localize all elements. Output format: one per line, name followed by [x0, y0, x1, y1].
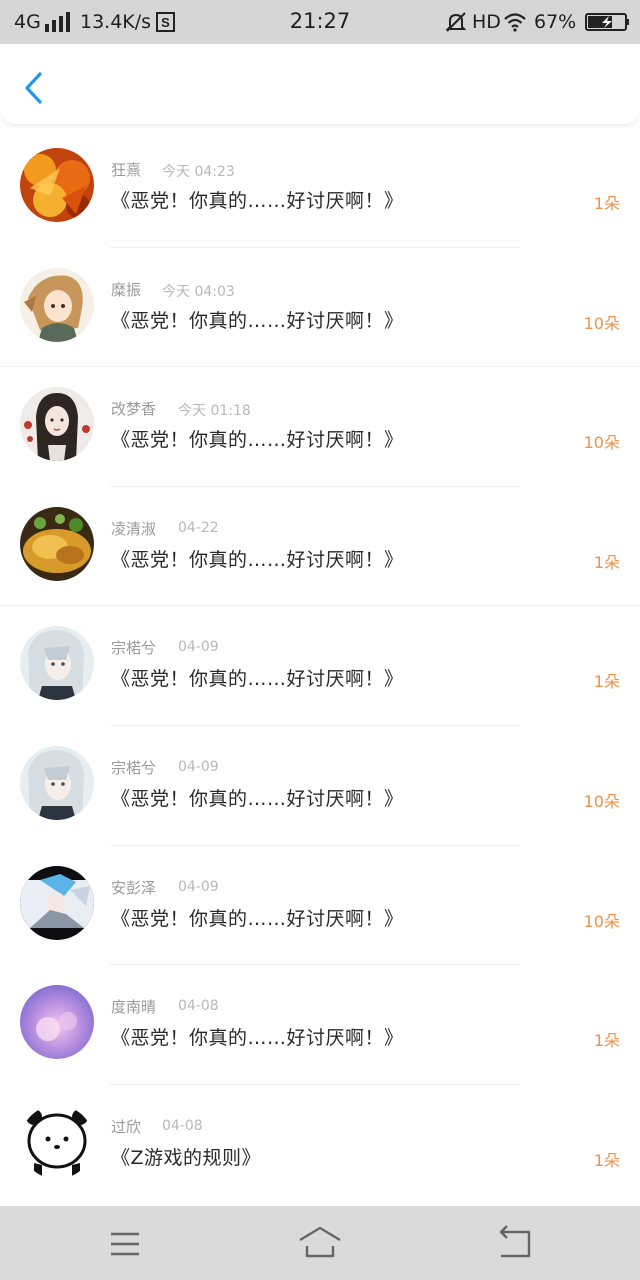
flower-count: 10朵	[583, 433, 620, 453]
avatar	[20, 626, 94, 701]
status-bar: 4G 13.4K/s S 21:27 HD 67%	[0, 0, 640, 44]
home-icon[interactable]	[298, 1224, 342, 1264]
avatar	[20, 865, 94, 940]
book-title: 《恶党！你真的……好讨厌啊！》	[111, 787, 404, 810]
list-item[interactable]: 狂熹 今天 04:23 《恶党！你真的……好讨厌啊！》 1朵	[0, 128, 640, 248]
wifi-icon	[504, 13, 526, 32]
list-item[interactable]: 宗楉兮 04-09 《恶党！你真的……好讨厌啊！》 1朵	[0, 606, 640, 726]
battery-icon	[585, 13, 629, 31]
book-title: 《恶党！你真的……好讨厌啊！》	[111, 1027, 404, 1050]
sender-name: 改梦香	[111, 400, 157, 419]
sender-name: 凌清淑	[111, 519, 157, 538]
flower-record-list: 狂熹 今天 04:23 《恶党！你真的……好讨厌啊！》 1朵 糜振 今天 04:…	[0, 128, 640, 1205]
avatar	[20, 267, 94, 342]
send-time: 04-09	[178, 758, 219, 775]
avatar	[20, 506, 94, 581]
list-item[interactable]: 糜振 今天 04:03 《恶党！你真的……好讨厌啊！》 10朵	[0, 247, 640, 368]
battery-percent: 67%	[534, 11, 577, 33]
sender-name: 度南晴	[111, 998, 157, 1017]
flower-count: 1朵	[593, 1031, 620, 1051]
flower-count: 1朵	[593, 552, 620, 572]
avatar	[20, 1104, 94, 1179]
book-title: 《恶党！你真的……好讨厌啊！》	[111, 309, 404, 332]
avatar	[20, 745, 94, 820]
flower-count: 1朵	[593, 672, 620, 692]
back-button[interactable]	[18, 68, 50, 108]
back-icon[interactable]	[493, 1224, 537, 1264]
avatar	[20, 985, 94, 1060]
send-time: 今天 04:23	[162, 164, 235, 180]
book-title: 《恶党！你真的……好讨厌啊！》	[111, 907, 404, 930]
send-time: 今天 01:18	[178, 403, 251, 420]
header	[0, 44, 640, 125]
flower-count: 1朵	[593, 1150, 620, 1170]
send-time: 04-08	[178, 998, 219, 1015]
flower-count: 10朵	[583, 313, 620, 333]
book-title: 《恶党！你真的……好讨厌啊！》	[111, 668, 404, 691]
flower-count: 1朵	[593, 194, 620, 213]
sender-name: 过欣	[111, 1117, 142, 1136]
list-item[interactable]: 安彭泽 04-09 《恶党！你真的……好讨厌啊！》 10朵	[0, 845, 640, 966]
system-nav-bar	[0, 1206, 640, 1280]
send-time: 04-09	[178, 878, 219, 895]
menu-icon[interactable]	[103, 1224, 147, 1264]
sender-name: 安彭泽	[111, 878, 157, 897]
sender-name: 宗楉兮	[111, 758, 157, 777]
book-title: 《恶党！你真的……好讨厌啊！》	[111, 548, 404, 571]
avatar	[20, 148, 94, 222]
list-item[interactable]: 宗楉兮 04-09 《恶党！你真的……好讨厌啊！》 10朵	[0, 725, 640, 846]
book-title: 《Z游戏的规则》	[111, 1146, 262, 1169]
send-time: 04-22	[178, 519, 219, 536]
send-time: 04-09	[178, 639, 219, 656]
sender-name: 宗楉兮	[111, 639, 157, 658]
book-title: 《恶党！你真的……好讨厌啊！》	[111, 429, 404, 452]
send-time: 04-08	[162, 1117, 203, 1134]
avatar	[20, 387, 94, 462]
flower-count: 10朵	[583, 911, 620, 931]
sender-name: 糜振	[111, 280, 142, 299]
mute-bell-icon	[445, 12, 467, 32]
hd-label: HD	[472, 11, 501, 33]
list-item[interactable]: 度南晴 04-08 《恶党！你真的……好讨厌啊！》 1朵	[0, 965, 640, 1085]
flower-count: 10朵	[583, 791, 620, 811]
list-item[interactable]: 改梦香 今天 01:18 《恶党！你真的……好讨厌啊！》 10朵	[0, 367, 640, 487]
book-title: 《恶党！你真的……好讨厌啊！》	[111, 190, 404, 212]
list-item[interactable]: 过欣 04-08 《Z游戏的规则》 1朵	[0, 1084, 640, 1205]
list-item[interactable]: 凌清淑 04-22 《恶党！你真的……好讨厌啊！》 1朵	[0, 486, 640, 607]
sender-name: 狂熹	[111, 161, 142, 179]
send-time: 今天 04:03	[162, 283, 235, 300]
